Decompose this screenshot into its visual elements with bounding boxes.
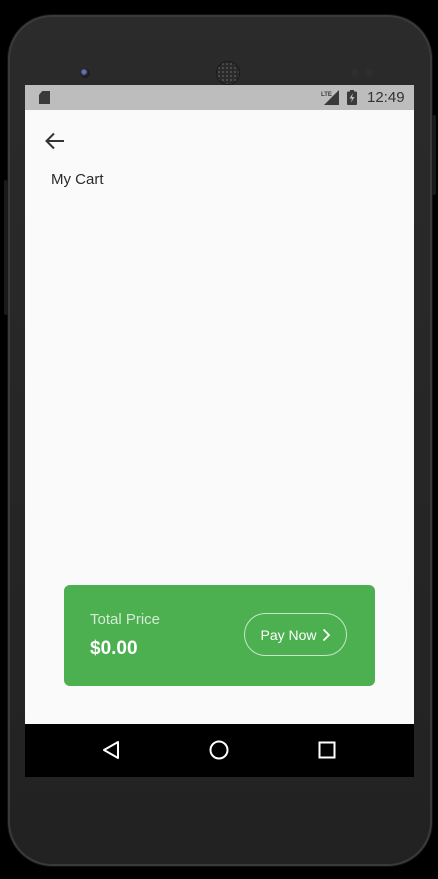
power-button: [4, 180, 8, 315]
home-circle-icon: [209, 740, 229, 760]
nav-recents-button[interactable]: [315, 738, 339, 762]
light-sensor: [365, 69, 373, 77]
chevron-right-icon: [322, 628, 330, 641]
volume-button: [432, 115, 436, 195]
status-clock: 12:49: [367, 89, 405, 106]
recents-square-icon: [318, 741, 336, 759]
total-price-value: $0.00: [90, 638, 138, 659]
proximity-sensor: [351, 69, 359, 77]
earpiece-speaker: [217, 62, 239, 84]
checkout-summary-card: Total Price $0.00 Pay Now: [64, 585, 375, 686]
back-button[interactable]: [41, 129, 69, 153]
page-title: My Cart: [51, 171, 104, 188]
total-price-label: Total Price: [90, 611, 161, 628]
device-screen: LTE 12:49 My Cart Total Price $0.00 Pay …: [25, 85, 414, 777]
lte-signal-icon: LTE: [321, 90, 339, 105]
nav-back-button[interactable]: [99, 738, 123, 762]
navigation-bar: [25, 724, 414, 777]
pay-now-label: Pay Now: [260, 626, 317, 643]
arrow-left-icon: [45, 132, 64, 150]
front-camera: [80, 68, 90, 78]
sd-card-icon: [39, 91, 50, 104]
nav-home-button[interactable]: [207, 738, 231, 762]
battery-charging-icon: [347, 90, 357, 105]
lte-label: LTE: [321, 92, 332, 98]
pay-now-button[interactable]: Pay Now: [244, 613, 347, 656]
back-triangle-icon: [103, 741, 119, 759]
status-bar: LTE 12:49: [25, 85, 414, 110]
